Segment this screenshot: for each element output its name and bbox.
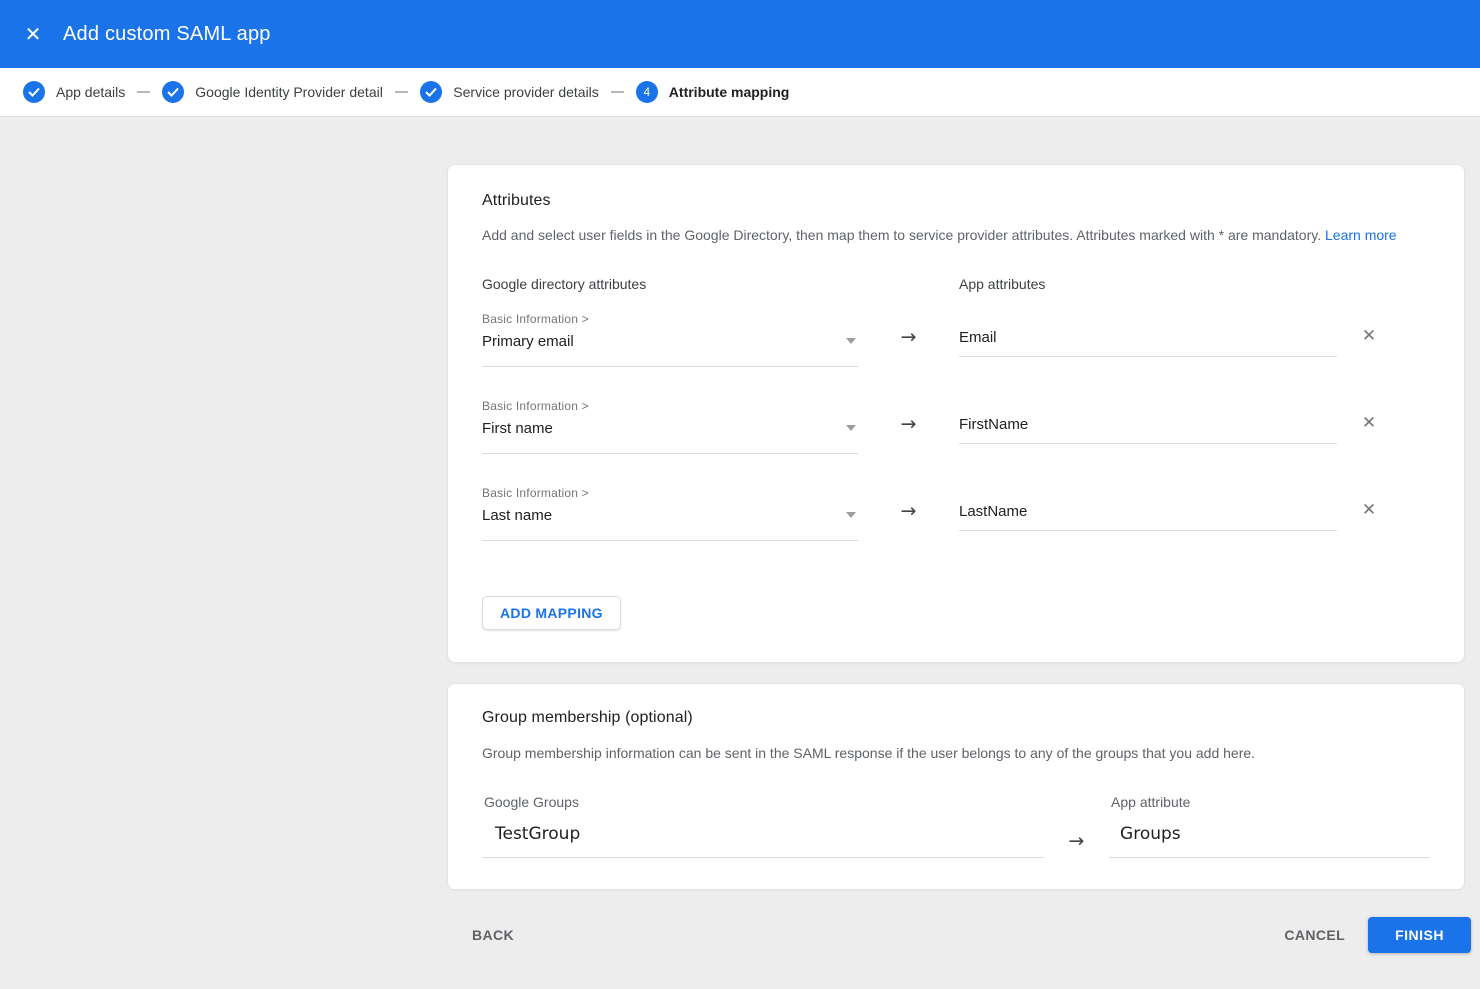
directory-attribute-value: Primary email bbox=[482, 333, 574, 350]
app-attribute-value: FirstName bbox=[959, 416, 1337, 444]
group-membership-title: Group membership (optional) bbox=[482, 709, 1430, 727]
google-directory-attributes-header: Google directory attributes bbox=[482, 276, 959, 292]
step-label: Service provider details bbox=[453, 84, 599, 100]
check-icon bbox=[420, 81, 442, 103]
attribute-category-label: Basic Information > bbox=[482, 399, 858, 413]
group-app-attribute-value: Groups bbox=[1109, 824, 1181, 844]
mapping-column-headers: Google directory attributes App attribut… bbox=[482, 276, 1430, 292]
remove-mapping-icon[interactable]: ✕ bbox=[1359, 500, 1379, 520]
mapping-arrow-cell: → bbox=[858, 415, 959, 434]
close-icon[interactable]: ✕ bbox=[20, 21, 46, 47]
step-service-provider-details[interactable]: Service provider details bbox=[420, 81, 599, 103]
app-attribute-value: Email bbox=[959, 329, 1337, 357]
group-membership-description: Group membership information can be sent… bbox=[482, 745, 1430, 761]
step-number-badge: 4 bbox=[636, 81, 658, 103]
check-icon bbox=[162, 81, 184, 103]
mapping-row: Basic Information > Last name → LastName… bbox=[482, 486, 1430, 541]
group-membership-card: Group membership (optional) Group member… bbox=[447, 683, 1465, 890]
group-app-attribute-label: App attribute bbox=[1109, 794, 1430, 810]
check-icon bbox=[23, 81, 45, 103]
attributes-card-description: Add and select user fields in the Google… bbox=[482, 227, 1430, 243]
group-app-attribute-input[interactable]: Groups bbox=[1109, 824, 1430, 858]
arrow-right-icon: → bbox=[901, 502, 917, 521]
app-attribute-value: LastName bbox=[959, 503, 1337, 531]
step-label: App details bbox=[56, 84, 125, 100]
group-mapping-row: Google Groups TestGroup → App attribute … bbox=[482, 794, 1430, 858]
finish-button[interactable]: FINISH bbox=[1368, 917, 1471, 953]
app-attributes-header: App attributes bbox=[959, 276, 1045, 292]
chevron-down-icon bbox=[846, 512, 856, 518]
google-groups-value: TestGroup bbox=[482, 824, 580, 844]
attributes-description-text: Add and select user fields in the Google… bbox=[482, 227, 1321, 243]
app-attribute-input[interactable]: LastName bbox=[959, 503, 1337, 531]
step-connector bbox=[611, 91, 624, 93]
remove-mapping-icon[interactable]: ✕ bbox=[1359, 326, 1379, 346]
app-attribute-input[interactable]: FirstName bbox=[959, 416, 1337, 444]
arrow-right-icon: → bbox=[901, 328, 917, 347]
cancel-button[interactable]: CANCEL bbox=[1276, 917, 1353, 953]
step-attribute-mapping[interactable]: 4 Attribute mapping bbox=[636, 81, 790, 103]
directory-attribute-select[interactable]: Basic Information > Last name bbox=[482, 486, 858, 541]
mapping-row: Basic Information > Primary email → Emai… bbox=[482, 312, 1430, 367]
mapping-arrow-cell: → bbox=[858, 328, 959, 347]
app-bar: ✕ Add custom SAML app bbox=[0, 0, 1480, 68]
chevron-down-icon bbox=[846, 425, 856, 431]
group-arrow-cell: → bbox=[1044, 794, 1109, 851]
step-label: Google Identity Provider details bbox=[195, 84, 383, 100]
add-mapping-button[interactable]: ADD MAPPING bbox=[482, 596, 621, 630]
step-label: Attribute mapping bbox=[669, 84, 790, 100]
google-groups-label: Google Groups bbox=[482, 794, 1044, 810]
directory-attribute-value: Last name bbox=[482, 507, 552, 524]
attribute-category-label: Basic Information > bbox=[482, 486, 858, 500]
step-app-details[interactable]: App details bbox=[23, 81, 125, 103]
step-connector bbox=[137, 91, 150, 93]
arrow-right-icon: → bbox=[901, 415, 917, 434]
google-groups-input[interactable]: TestGroup bbox=[482, 824, 1044, 858]
attributes-card-title: Attributes bbox=[482, 192, 1430, 210]
content-area: Attributes Add and select user fields in… bbox=[0, 117, 1480, 953]
directory-attribute-select[interactable]: Basic Information > First name bbox=[482, 399, 858, 454]
step-google-idp-details[interactable]: Google Identity Provider details bbox=[162, 81, 383, 103]
directory-attribute-select[interactable]: Basic Information > Primary email bbox=[482, 312, 858, 367]
directory-attribute-value: First name bbox=[482, 420, 553, 437]
step-connector bbox=[395, 91, 408, 93]
learn-more-link[interactable]: Learn more bbox=[1325, 227, 1397, 243]
back-button[interactable]: BACK bbox=[464, 917, 522, 953]
mapping-row: Basic Information > First name → FirstNa… bbox=[482, 399, 1430, 454]
wizard-actions: BACK CANCEL FINISH bbox=[447, 917, 1471, 953]
mapping-arrow-cell: → bbox=[858, 502, 959, 521]
dialog-title: Add custom SAML app bbox=[63, 23, 271, 46]
attribute-category-label: Basic Information > bbox=[482, 312, 858, 326]
chevron-down-icon bbox=[846, 338, 856, 344]
arrow-right-icon: → bbox=[1068, 832, 1084, 851]
remove-mapping-icon[interactable]: ✕ bbox=[1359, 413, 1379, 433]
app-attribute-input[interactable]: Email bbox=[959, 329, 1337, 357]
wizard-stepper: App details Google Identity Provider det… bbox=[0, 68, 1480, 117]
attributes-card: Attributes Add and select user fields in… bbox=[447, 164, 1465, 663]
